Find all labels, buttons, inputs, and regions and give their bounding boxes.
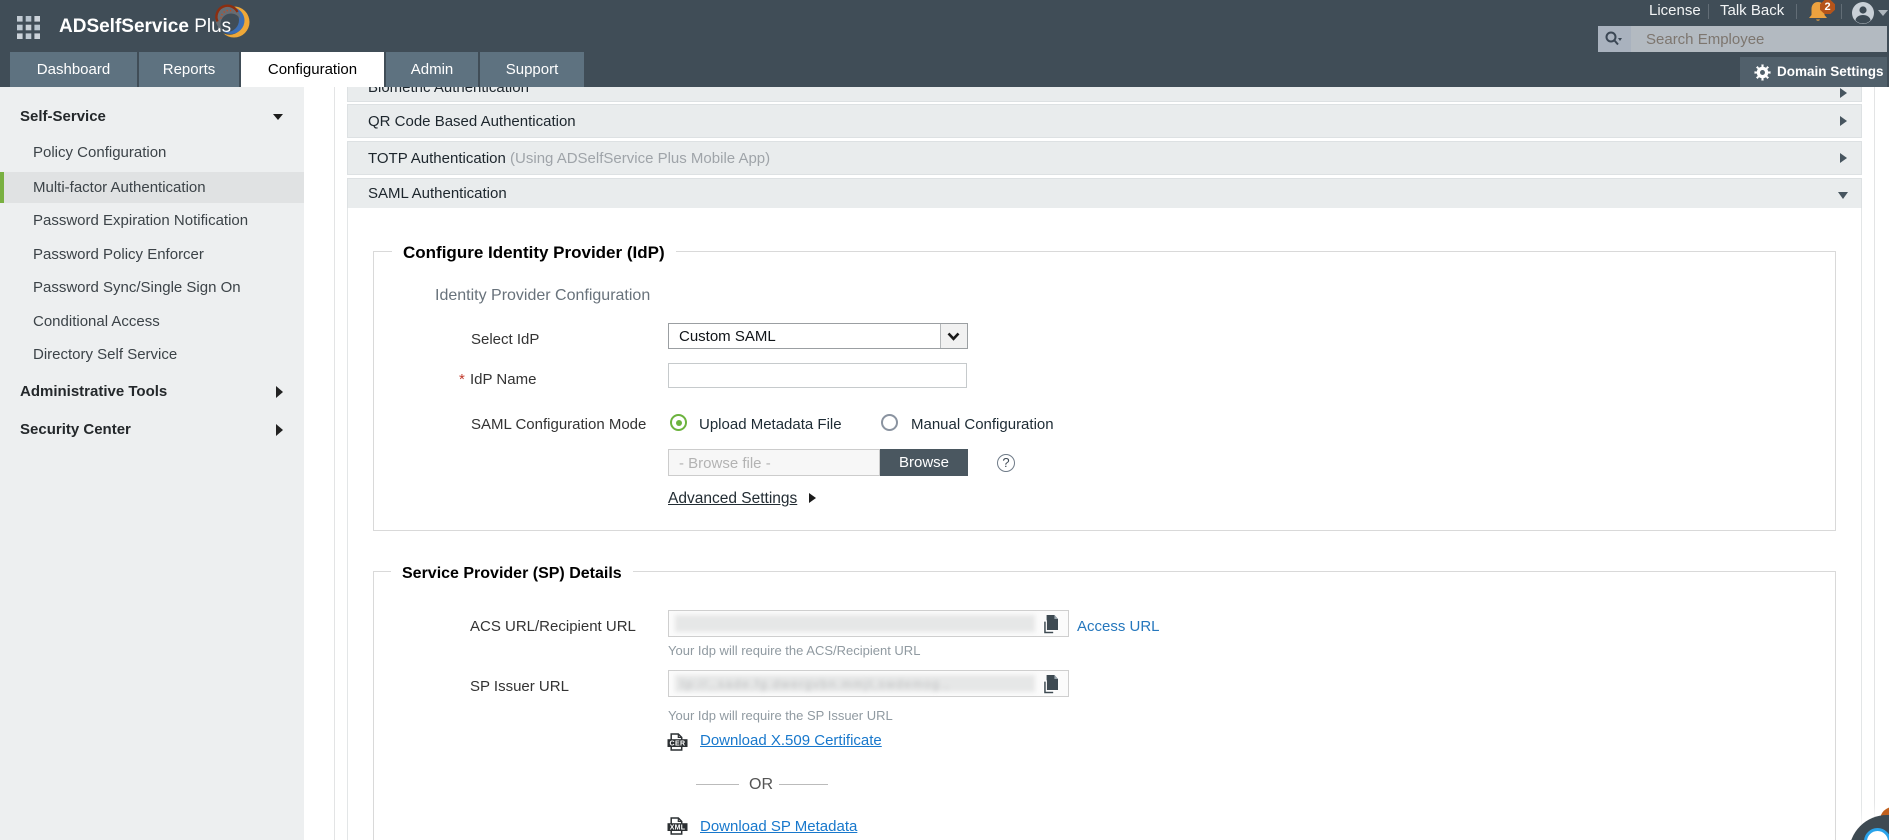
svg-text:XML: XML xyxy=(670,824,686,831)
svg-text:CER: CER xyxy=(670,740,686,747)
